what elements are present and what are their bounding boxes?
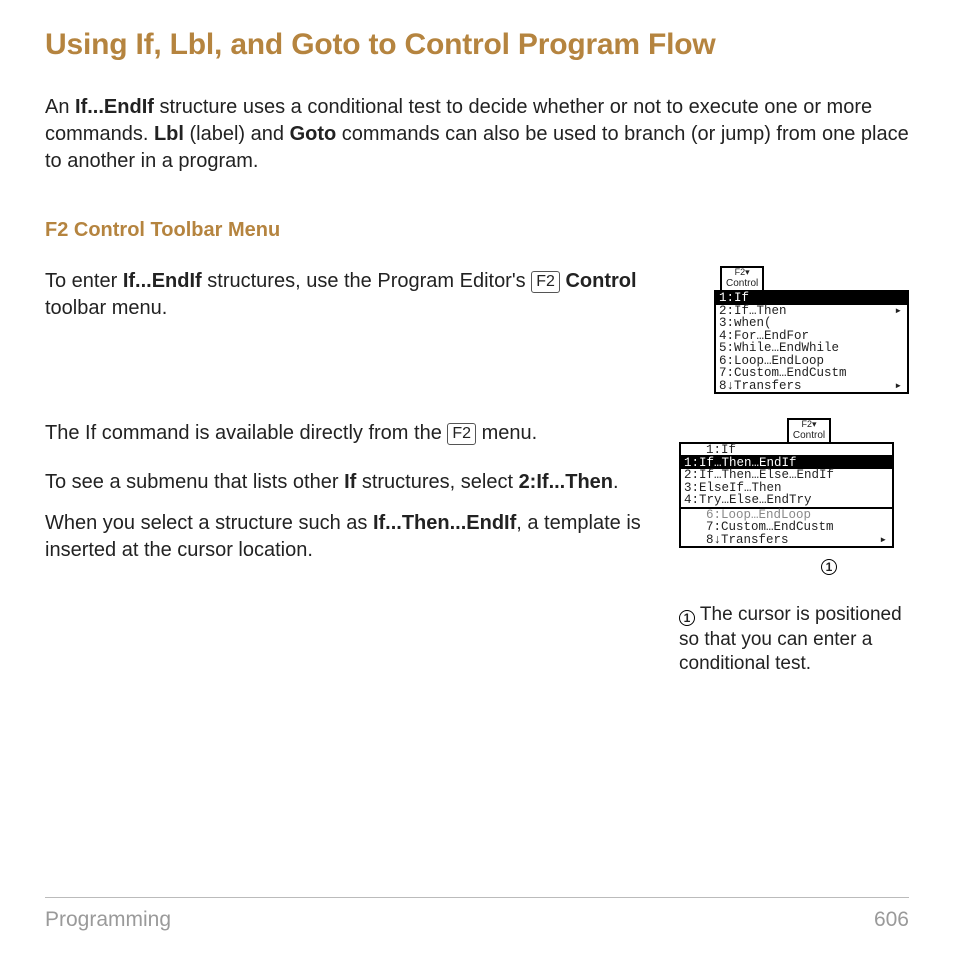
menu-item: 5:While…EndWhile [716,342,907,355]
footer-section: Programming [45,908,171,932]
text-bold: If...EndIf [123,270,202,292]
text: The If command is available directly fro… [45,422,447,444]
paragraph-2: The If command is available directly fro… [45,420,661,447]
note-text: 1 The cursor is positioned so that you c… [679,603,909,677]
tab-top: F2▾ [801,419,816,429]
text: When you select a structure such as [45,512,373,534]
menu-item: 3:when( [716,317,907,330]
menu-item: 4:Try…Else…EndTry [681,494,892,507]
circled-one-icon: 1 [679,610,695,626]
menu-item: 7:Custom…EndCustm [703,521,892,534]
text: structures, select [356,471,518,493]
paragraph-3: To see a submenu that lists other If str… [45,469,661,496]
menu-item: 1:If [716,292,907,305]
text: To enter [45,270,123,292]
text: structures, use the Program Editor's [202,270,532,292]
text-bold: If...Then...EndIf [373,512,516,534]
paragraph-1: To enter If...EndIf structures, use the … [45,268,696,322]
text-bold: If...EndIf [75,96,154,118]
text: toolbar menu. [45,297,167,319]
footer-rule [45,897,909,898]
menu-item: 2:If…Then…Else…EndIf [681,469,892,482]
text-bold: If [344,471,356,493]
text-bold: 2:If...Then [519,471,613,493]
section-heading: F2 Control Toolbar Menu [45,219,909,242]
text-bold: Lbl [154,123,184,145]
text: (label) and [184,123,290,145]
text-bold: Control [565,270,636,292]
keycap-f2: F2 [531,271,560,293]
text: The cursor is positioned so that you can… [679,604,902,674]
tab-top: F2▾ [735,267,750,277]
text: menu. [476,422,537,444]
text: To see a submenu that lists other [45,471,344,493]
calc-menu-1: F2▾Control 1:If2:If…Then3:when(4:For…End… [714,268,909,394]
tab-bot: Control [726,278,758,289]
menu-tab: F2▾Control [787,418,831,442]
circled-one-icon: 1 [821,559,837,575]
text: An [45,96,75,118]
paragraph-4: When you select a structure such as If..… [45,510,661,564]
calc-menu-2: F2▾Control 1:If 1:If…Then…EndIf2:If…Then… [679,420,909,548]
menu-item: 8↓Transfers [703,534,892,547]
menu-item: 7:Custom…EndCustm [716,367,907,380]
page-title: Using If, Lbl, and Goto to Control Progr… [45,28,909,62]
menu-tab: F2▾Control [720,266,764,290]
text-bold: Goto [290,123,337,145]
note-marker: 1 [749,552,909,575]
tab-bot: Control [793,430,825,441]
page-number: 606 [874,908,909,932]
menu-item: 8↓Transfers [716,380,907,393]
text: . [613,471,619,493]
keycap-f2: F2 [447,423,476,445]
intro-paragraph: An If...EndIf structure uses a condition… [45,94,909,175]
